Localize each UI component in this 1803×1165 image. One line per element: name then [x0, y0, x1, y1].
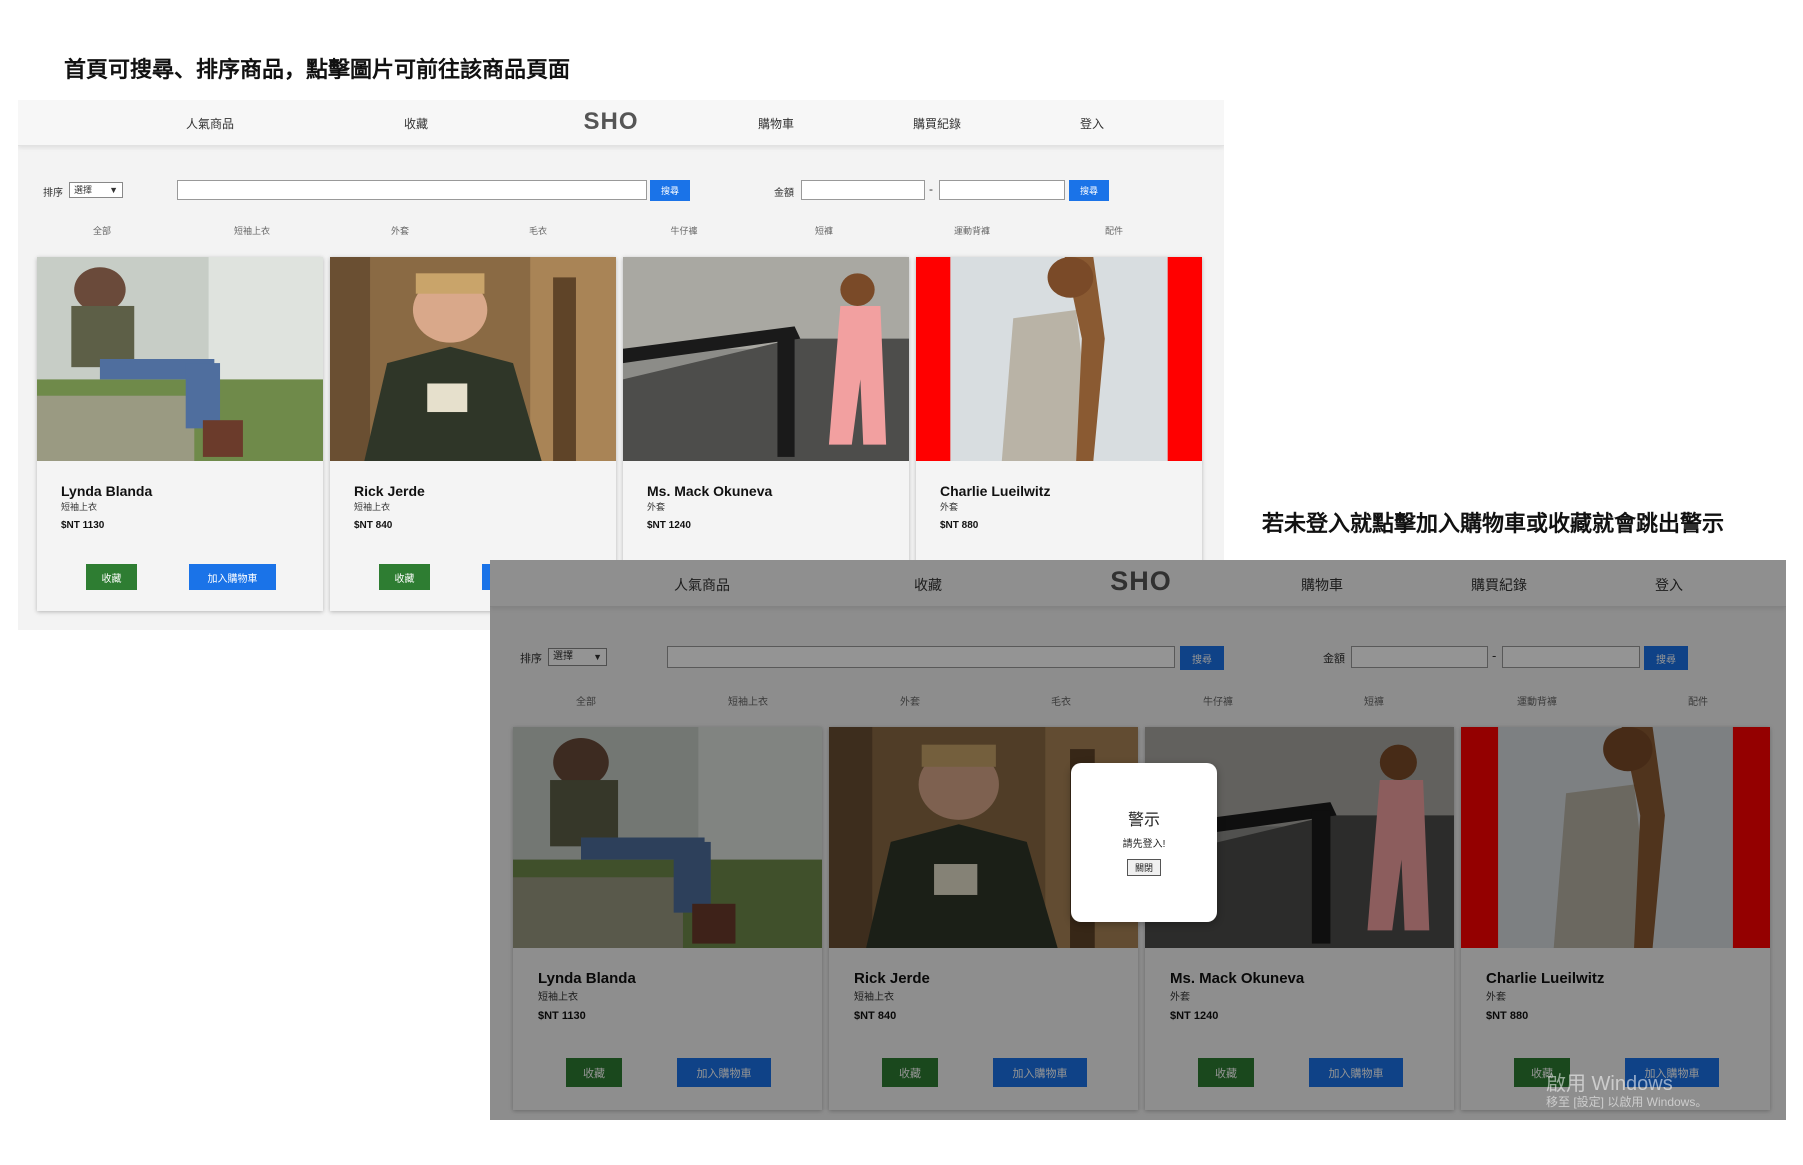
alert-screenshot: 人氣商品 收藏 SHO 購物車 購買紀錄 登入 排序 選擇 ▼ 搜尋 金額 - 搜…: [490, 560, 1786, 1120]
product-photo: [916, 257, 1202, 461]
nav-favorites[interactable]: 收藏: [404, 115, 428, 132]
product-name: Ms. Mack Okuneva: [647, 483, 773, 499]
category-accessories[interactable]: 配件: [1105, 224, 1123, 237]
product-image-lynda[interactable]: [37, 257, 323, 461]
navbar: 人氣商品 收藏 SHO 購物車 購買紀錄 登入: [18, 100, 1224, 146]
product-card: Lynda Blanda 短袖上衣 $NT 1130 收藏 加入購物車: [37, 257, 323, 611]
product-category: 短袖上衣: [354, 502, 391, 512]
nav-cart[interactable]: 購物車: [758, 115, 794, 132]
product-image-rick[interactable]: [330, 257, 616, 461]
sort-label: 排序: [43, 188, 63, 199]
category-jeans[interactable]: 牛仔褲: [670, 224, 697, 237]
category-shorts[interactable]: 短褲: [815, 224, 833, 237]
amount-label: 金額: [774, 188, 794, 199]
windows-activation-hint: 移至 [設定] 以啟用 Windows。: [1546, 1095, 1708, 1109]
product-photo: [330, 257, 616, 461]
product-name: Lynda Blanda: [61, 483, 153, 499]
sort-select-value: 選擇: [74, 185, 93, 195]
category-sweater[interactable]: 毛衣: [529, 224, 547, 237]
product-image-charlie[interactable]: [916, 257, 1202, 461]
product-category: 外套: [940, 502, 959, 512]
alert-close-button[interactable]: 關閉: [1127, 859, 1161, 876]
product-price: $NT 1240: [647, 520, 691, 531]
product-price: $NT 880: [940, 520, 979, 531]
product-name: Charlie Lueilwitz: [940, 483, 1051, 499]
product-photo: [37, 257, 323, 461]
product-card: Ms. Mack Okuneva 外套 $NT 1240: [623, 257, 909, 611]
product-card: Rick Jerde 短袖上衣 $NT 840 收藏 加入購物車: [330, 257, 616, 611]
brand-logo[interactable]: SHO: [583, 108, 638, 136]
alert-message: 請先登入!: [1122, 839, 1166, 850]
product-card: Charlie Lueilwitz 外套 $NT 880: [916, 257, 1202, 611]
add-to-cart-button[interactable]: 加入購物車: [189, 564, 276, 590]
nav-popular[interactable]: 人氣商品: [186, 115, 234, 132]
search-button[interactable]: 搜尋: [650, 180, 690, 201]
sort-select[interactable]: 選擇 ▼: [69, 182, 123, 198]
range-dash: -: [929, 182, 933, 196]
alert-title: 警示: [1127, 812, 1160, 829]
category-tshirt[interactable]: 短袖上衣: [234, 224, 270, 237]
product-price: $NT 1130: [61, 520, 105, 531]
caption-alert: 若未登入就點擊加入購物車或收藏就會跳出警示: [1262, 512, 1725, 537]
favorite-button[interactable]: 收藏: [86, 564, 137, 590]
product-category: 短袖上衣: [61, 502, 98, 512]
alert-dialog: 警示 請先登入! 關閉: [1071, 763, 1217, 922]
homepage-screenshot: 人氣商品 收藏 SHO 購物車 購買紀錄 登入 排序 選擇 ▼ 搜尋 金額 - 搜…: [18, 100, 1224, 630]
nav-history[interactable]: 購買紀錄: [913, 115, 961, 132]
windows-activation-title: 啟用 Windows: [1546, 1073, 1673, 1095]
caption-homepage: 首頁可搜尋、排序商品，點擊圖片可前往該商品頁面: [64, 58, 571, 83]
category-jacket[interactable]: 外套: [391, 224, 409, 237]
search-input[interactable]: [177, 180, 647, 200]
category-all[interactable]: 全部: [93, 224, 111, 237]
favorite-button[interactable]: 收藏: [379, 564, 430, 590]
max-amount-input[interactable]: [939, 180, 1065, 200]
product-photo: [623, 257, 909, 461]
nav-login[interactable]: 登入: [1080, 115, 1104, 132]
filter-button[interactable]: 搜尋: [1069, 180, 1109, 201]
product-category: 外套: [647, 502, 666, 512]
min-amount-input[interactable]: [801, 180, 925, 200]
chevron-down-icon: ▼: [109, 185, 118, 195]
product-price: $NT 840: [354, 520, 393, 531]
product-name: Rick Jerde: [354, 483, 425, 499]
product-image-mack[interactable]: [623, 257, 909, 461]
category-sportswear[interactable]: 運動背褲: [954, 224, 990, 237]
